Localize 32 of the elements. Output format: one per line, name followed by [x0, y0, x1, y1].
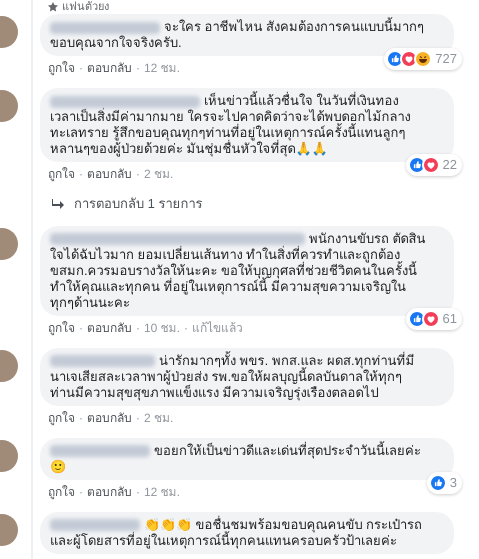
reply-link[interactable]: ตอบกลับ: [87, 166, 132, 182]
like-link[interactable]: ถูกใจ: [48, 410, 75, 426]
comment-text: ขอยกให้เป็นข่าวดีและเด่นที่สุดประจำวันนี้เลยค่ะ 🙂: [50, 442, 422, 474]
separator-dot: ·: [79, 484, 83, 500]
like-link[interactable]: ถูกใจ: [48, 320, 75, 336]
like-link[interactable]: ถูกใจ: [48, 166, 75, 182]
separator-dot: ·: [136, 166, 140, 182]
separator-dot: ·: [79, 60, 83, 76]
reply-link[interactable]: ตอบกลับ: [87, 484, 132, 500]
star-icon: [48, 2, 58, 12]
separator-dot: ·: [79, 166, 83, 182]
separator-dot: ·: [136, 320, 140, 336]
reply-link[interactable]: ตอบกลับ: [87, 410, 132, 426]
view-replies-link[interactable]: การตอบกลับ 1 รายการ: [74, 194, 202, 214]
separator-dot: ·: [136, 60, 140, 76]
top-fan-label: แฟนตัวยง: [62, 0, 109, 14]
comment-text: น่ารักมากๆทั้ง พขร. พกส.และ ผดส.ทุกท่านที่มี นาเจเสียสละเวลาพาผู้ป่วยส่ง รพ.ขอให้ผลบุญนี้ดลบันดาลให้ทุกๆ ท่านมีความสุขสุขภาพแข็งแรง มีความเจริญรุ่งเรืองตลอดไป: [50, 352, 416, 400]
comment-text: จะใคร อาชีพไหน สังคมต้องการคนแบบนี้มากๆ ขอบคุณจากใจจริงครับ.: [50, 19, 426, 51]
edited-label: แก้ไขแล้ว: [192, 320, 244, 336]
reply-link[interactable]: ตอบกลับ: [87, 60, 132, 76]
reply-link[interactable]: ตอบกลับ: [87, 320, 132, 336]
reply-arrow-icon: [52, 198, 64, 209]
separator-dot: ·: [136, 410, 140, 426]
comment-text: เห็นข่าวนี้แล้วชื่นใจ ในวันที่เงินทอง เวลาเป็นสิ่งมีค่ามากมาย ใครจะไปคาดคิดว่าจะได้พบดอกไม้กลาง ทะเลทราย รู้สึกขอบคุณทุกๆท่านที่อยู่ในเหตุการณ์ครั้งนี้แทนลูกๆ หลานๆของผู้ป่วยด้วยค่ะ มันชุ่มชื่นหัวใจที่สุด🙏🙏: [50, 93, 412, 157]
like-link[interactable]: ถูกใจ: [48, 60, 75, 76]
separator-dot: ·: [79, 410, 83, 426]
like-link[interactable]: ถูกใจ: [48, 484, 75, 500]
comment-text: 👏👏👏 ขอชื่นชมพร้อมขอบคุณคนขับ กระเป๋ารถ และผู้โดยสารที่อยู่ในเหตุการณ์นี้ทุกคนแทนครอบครัวป้าเลยค่ะ: [50, 516, 424, 548]
separator-dot: ·: [136, 484, 140, 500]
comment-text: พนักงานขับรถ ตัดสิน ใจได้ฉับไวมาก ยอมเปลี่ยนเส้นทาง ทำในสิ่งที่ควรทำและถูกต้อง ขสมก.ควรมอบรางวัลให้นะคะ ขอให้บุญกุศลที่ช่วยชีวิตคนในครั้งนี้ ทำให้คุณและทุกคน ที่อยู่ในเหตุการณ์นี้ มีความสุขความเจริญใน ทุกๆด้านนะคะ: [50, 230, 427, 310]
separator-dot: ·: [184, 320, 188, 336]
separator-dot: ·: [79, 320, 83, 336]
